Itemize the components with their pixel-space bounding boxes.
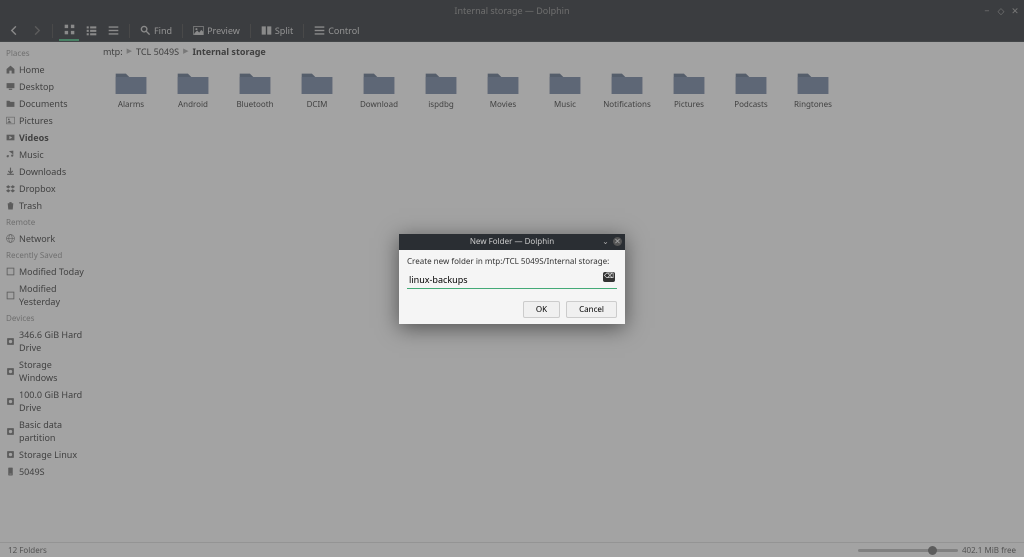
new-folder-dialog: New Folder — Dolphin ⌄ ✕ Create new fold… [399, 234, 625, 324]
dialog-close-icon[interactable]: ✕ [613, 237, 622, 246]
folder-name-input[interactable] [407, 271, 617, 288]
ok-button[interactable]: OK [523, 301, 560, 318]
modal-overlay: New Folder — Dolphin ⌄ ✕ Create new fold… [0, 0, 1024, 557]
clear-input-icon[interactable]: ⌫ [603, 272, 615, 282]
dialog-label: Create new folder in mtp:/TCL 5049S/Inte… [407, 256, 617, 267]
dialog-dropdown-icon[interactable]: ⌄ [601, 237, 610, 246]
dialog-title: New Folder — Dolphin [470, 236, 554, 247]
cancel-button[interactable]: Cancel [566, 301, 617, 318]
dialog-titlebar: New Folder — Dolphin ⌄ ✕ [399, 234, 625, 250]
